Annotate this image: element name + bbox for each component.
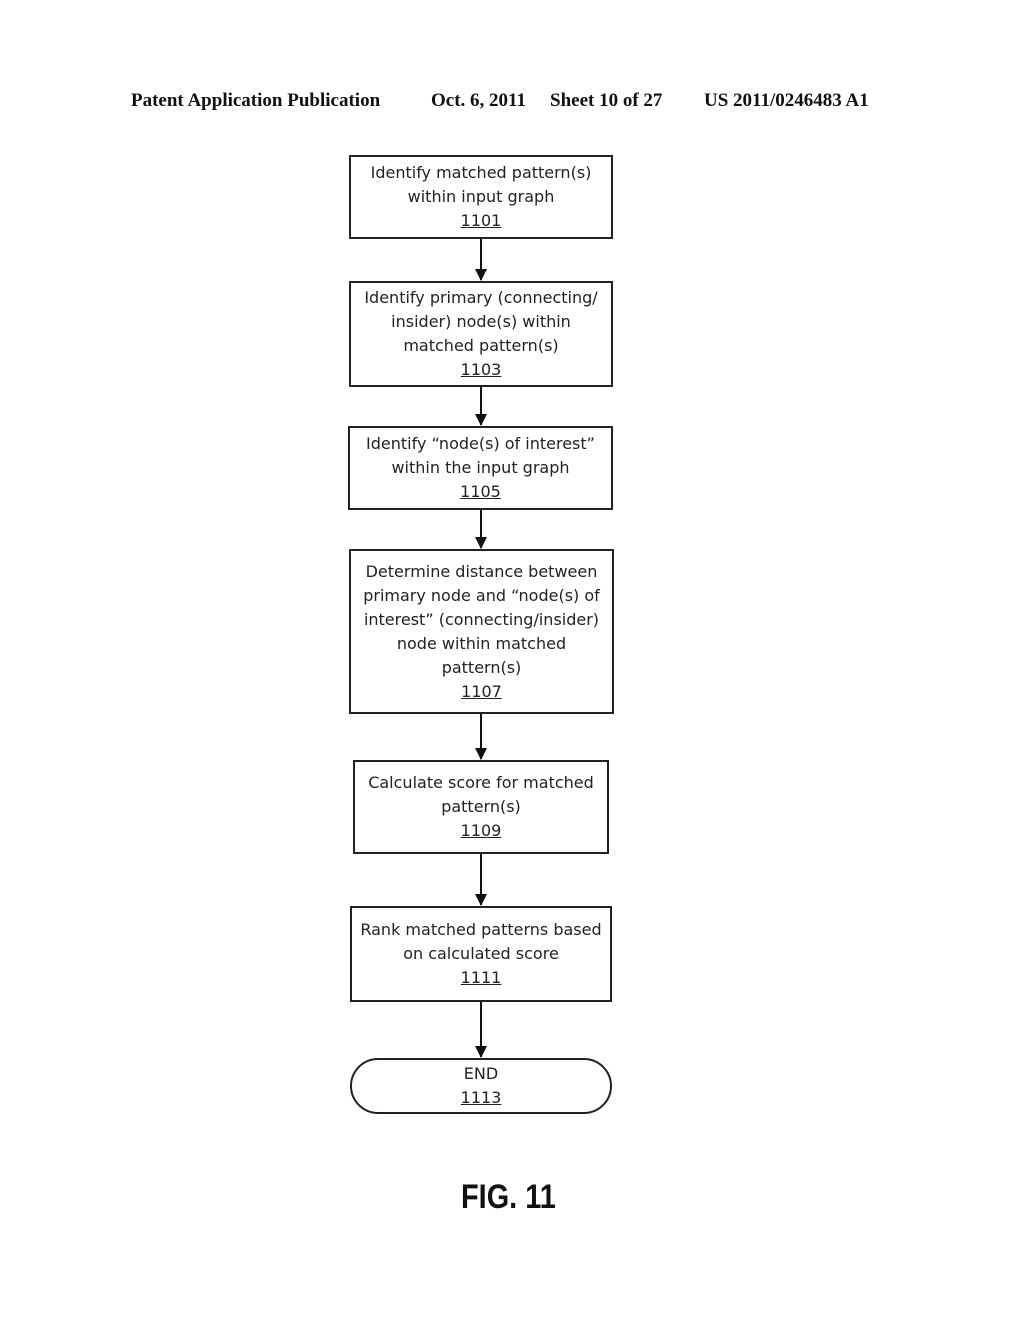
step-reference: 1113 — [460, 1088, 502, 1107]
step-1111-box: Rank matched patterns based on calculate… — [350, 906, 612, 1002]
step-1101-box: Identify matched pattern(s) within input… — [349, 155, 613, 239]
patent-number: US 2011/0246483 A1 — [704, 90, 869, 111]
end-terminal: END 1113 — [350, 1058, 612, 1114]
step-label: Identify “node(s) of interest” within th… — [366, 434, 595, 477]
sheet-number: Sheet 10 of 27 — [550, 90, 663, 111]
step-label: Rank matched patterns based on calculate… — [360, 920, 602, 963]
step-1107-box: Determine distance between primary node … — [349, 549, 614, 714]
step-1109-box: Calculate score for matched pattern(s) 1… — [353, 760, 609, 854]
step-label: Calculate score for matched pattern(s) — [368, 773, 594, 816]
arrow-down — [475, 239, 487, 281]
step-reference: 1105 — [460, 482, 501, 501]
step-label: Determine distance between primary node … — [363, 561, 600, 677]
step-reference: 1107 — [461, 681, 502, 701]
arrow-down — [475, 510, 487, 549]
arrow-down — [475, 387, 487, 426]
arrow-down — [475, 1002, 487, 1058]
figure-label: FIG. 11 — [461, 1178, 556, 1216]
step-label: Identify primary (connecting/ insider) n… — [364, 288, 598, 355]
step-label: Identify matched pattern(s) within input… — [370, 163, 592, 206]
publication-title: Patent Application Publication — [131, 90, 381, 111]
step-reference: 1111 — [460, 968, 502, 987]
step-label: END — [463, 1064, 499, 1083]
step-reference: 1103 — [460, 360, 502, 379]
step-1105-box: Identify “node(s) of interest” within th… — [348, 426, 613, 510]
patent-header: Patent Application Publication Oct. 6, 2… — [0, 90, 1024, 114]
arrow-down — [475, 854, 487, 906]
publication-date: Oct. 6, 2011 — [431, 90, 526, 111]
step-reference: 1109 — [460, 821, 502, 840]
step-reference: 1101 — [460, 211, 502, 230]
arrow-down — [475, 714, 487, 760]
step-1103-box: Identify primary (connecting/ insider) n… — [349, 281, 613, 387]
